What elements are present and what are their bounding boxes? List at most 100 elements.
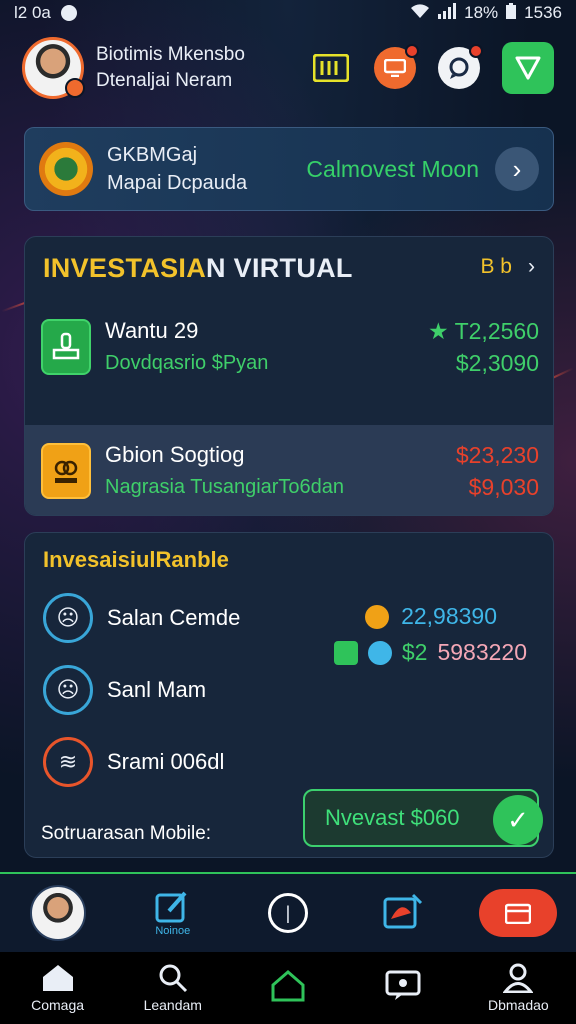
dock-profile[interactable]	[18, 883, 98, 943]
avatar-badge	[65, 78, 85, 98]
card-title: InvesaisiulRanble	[43, 547, 229, 572]
amount-top: ★ T2,2560	[428, 315, 539, 347]
status-clock: 1536	[524, 3, 562, 22]
nav-label: Comaga	[31, 997, 85, 1013]
banner-cta[interactable]: Calmovest Moon	[306, 156, 479, 183]
value-line-2: $2 5983220	[333, 639, 527, 666]
face-icon: ☹	[43, 593, 93, 643]
list-item[interactable]: ≋ Srami 006dl	[43, 737, 224, 787]
house-outline-icon	[271, 970, 305, 1002]
card-title-part2: N VIRTUAL	[206, 253, 353, 283]
list-item-name: Sanl Mam	[107, 677, 207, 702]
promo-banner[interactable]: GKBMGaj Mapai Dcpauda Calmovest Moon ›	[24, 127, 554, 211]
star-icon: ★	[427, 318, 449, 344]
banner-title: GKBMGaj	[107, 144, 198, 166]
check-icon: ✓	[493, 795, 543, 845]
chevron-right-icon[interactable]: ›	[495, 147, 539, 191]
value-1: 22,98390	[401, 603, 497, 629]
profile-avatar[interactable]	[22, 37, 85, 99]
chart-icon: ≋	[43, 737, 93, 787]
home-icon	[42, 965, 73, 991]
dock-notes[interactable]: Noinoe	[133, 883, 213, 943]
card-title: INVESTASIAN VIRTUAL	[43, 253, 353, 284]
list-item[interactable]: ☹ Sanl Mam	[43, 665, 206, 715]
footer-label: Sotruarasan Mobile:	[41, 823, 212, 844]
header-actions	[310, 42, 554, 94]
user-icon	[503, 963, 534, 993]
dock-calendar[interactable]	[478, 883, 558, 943]
calculator-icon[interactable]	[310, 47, 352, 89]
value-2: 5983220	[437, 639, 527, 665]
row-amounts: $23,230 $9,030	[456, 439, 539, 503]
amount-top: $23,230	[455, 442, 539, 468]
nav-home-active[interactable]	[233, 969, 343, 1007]
wifi-icon	[410, 3, 430, 24]
app-green-icon	[41, 319, 91, 375]
list-item-name: Srami 006dl	[107, 749, 225, 774]
dock-notes-label: Noinoe	[155, 925, 191, 937]
nav-messages[interactable]	[348, 970, 458, 1006]
row-name: Gbion Sogtiog	[105, 442, 245, 467]
row-name: Wantu 29	[105, 318, 199, 343]
see-more-link[interactable]: B b ›	[480, 255, 535, 279]
globe-icon	[367, 640, 392, 665]
emoji-icon	[365, 604, 390, 629]
status-bar: l2 0a 18% 1536	[0, 0, 576, 26]
bottom-nav: Comaga Leandam Dbmadao	[0, 952, 576, 1024]
row-text: Gbion Sogtiog Nagrasia TusangiarTo6dan	[105, 439, 344, 503]
list-item[interactable]: Wantu 29 Dovdqasrio $Pyan ★ T2,2560 $2,3…	[25, 301, 553, 393]
monitor-icon[interactable]	[374, 44, 419, 89]
notification-dot	[405, 44, 419, 58]
edit-icon	[155, 891, 187, 923]
app-orange-icon	[41, 443, 91, 499]
row-subtitle: Nagrasia TusangiarTo6dan	[105, 476, 345, 498]
nav-label: Dbmadao	[487, 997, 549, 1013]
virtual-investment-card: INVESTASIAN VIRTUAL B b › Wantu 29 Dovdq…	[24, 236, 554, 516]
notification-icon	[60, 5, 77, 21]
app-header: Biotimis Mkensbo Dtenaljai Neram	[0, 30, 576, 106]
row-text: Wantu 29 Dovdqasrio $Pyan	[105, 315, 268, 379]
gallery-icon	[383, 893, 423, 929]
investment-list-card: InvesaisiulRanble ☹ Salan Cemde ☹ Sanl M…	[24, 532, 554, 858]
value-2-prefix: $2	[401, 639, 428, 665]
calendar-icon	[479, 889, 558, 937]
see-more-label: B b	[480, 255, 512, 278]
banner-subtitle: Mapai Dcpauda	[107, 172, 248, 194]
chat-bubble-icon	[333, 640, 358, 665]
power-icon: |	[267, 893, 308, 933]
invest-button[interactable]: Nvevast $060 ✓	[303, 789, 543, 847]
chat-icon[interactable]	[438, 44, 483, 89]
message-icon	[385, 970, 421, 1000]
chevron-right-icon: ›	[528, 255, 535, 278]
user-info: Biotimis Mkensbo Dtenaljai Neram	[96, 42, 245, 94]
avatar	[29, 885, 86, 941]
notification-dot	[469, 44, 483, 58]
dock-gallery[interactable]	[363, 883, 443, 943]
card-title-part1: INVESTASIA	[43, 253, 207, 283]
nav-profile[interactable]: Dbmadao	[463, 963, 573, 1013]
row-amounts: ★ T2,2560 $2,3090	[428, 315, 539, 379]
nav-home[interactable]: Comaga	[3, 963, 113, 1013]
user-name: Biotimis Mkensbo	[96, 44, 245, 65]
shield-icon[interactable]	[502, 42, 554, 94]
user-subtitle: Dtenaljai Neram	[96, 70, 233, 91]
amount-top-value: T2,2560	[454, 318, 539, 344]
battery-percent: 18%	[464, 3, 499, 22]
value-line-1: 22,98390	[365, 603, 497, 630]
amount-bottom: $9,030	[468, 474, 539, 500]
status-time: l2 0a	[14, 3, 51, 22]
dock-power[interactable]: |	[248, 883, 328, 943]
signal-icon	[438, 2, 457, 24]
list-item[interactable]: Gbion Sogtiog Nagrasia TusangiarTo6dan $…	[25, 425, 553, 515]
nav-label: Leandam	[143, 997, 202, 1013]
nav-search[interactable]: Leandam	[118, 963, 228, 1013]
list-item[interactable]: ☹ Salan Cemde	[43, 593, 240, 643]
row-subtitle: Dovdqasrio $Pyan	[105, 352, 269, 374]
search-icon	[159, 964, 187, 993]
invest-button-label: Nvevast $060	[325, 805, 460, 830]
amount-bottom: $2,3090	[455, 350, 539, 376]
battery-icon	[506, 2, 517, 24]
quick-dock: Noinoe |	[0, 872, 576, 952]
face-icon: ☹	[43, 665, 93, 715]
banner-text: GKBMGaj Mapai Dcpauda	[107, 141, 247, 197]
